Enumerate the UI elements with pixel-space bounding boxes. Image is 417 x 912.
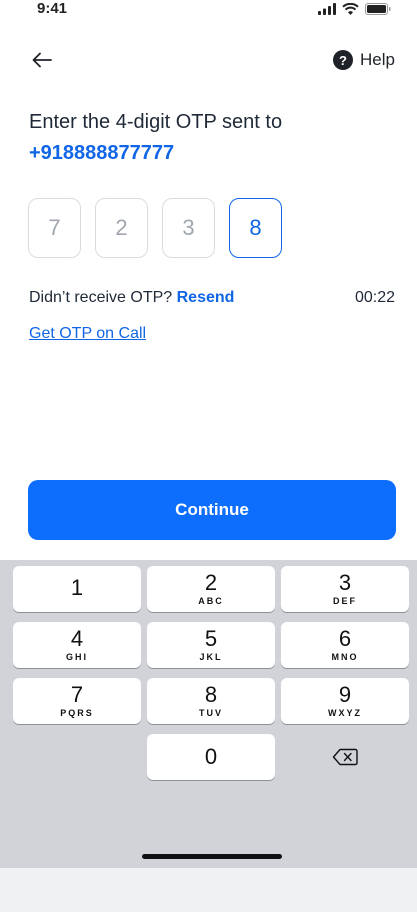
key-digit: 9 <box>338 682 352 707</box>
otp-heading: Enter the 4-digit OTP sent to <box>29 111 283 133</box>
continue-button[interactable]: Continue <box>28 480 396 540</box>
status-bar: 9:41 <box>0 0 417 22</box>
get-otp-on-call-link[interactable]: Get OTP on Call <box>29 325 146 343</box>
key-2[interactable]: 2 ABC <box>147 566 275 612</box>
key-5[interactable]: 5 JKL <box>147 622 275 668</box>
help-button[interactable]: ? Help <box>333 46 395 74</box>
status-time: 9:41 <box>37 0 68 17</box>
key-digit: 7 <box>70 682 84 707</box>
key-letters: GHI <box>65 652 88 662</box>
key-1[interactable]: 1 <box>13 566 141 612</box>
key-digit: 4 <box>70 626 84 651</box>
numeric-keypad: 1 2 ABC 3 DEF 4 GHI 5 JKL 6 MNO 7 PQRS 8 <box>0 560 417 868</box>
key-digit: 5 <box>204 626 218 651</box>
help-icon: ? <box>333 50 354 70</box>
key-digit: 6 <box>338 626 352 651</box>
otp-input-group: 7 2 3 8 <box>28 198 282 258</box>
key-letters: JKL <box>199 652 223 662</box>
key-7[interactable]: 7 PQRS <box>13 678 141 724</box>
signal-icon <box>318 3 336 15</box>
back-button[interactable] <box>28 46 56 74</box>
key-digit: 2 <box>204 570 218 595</box>
key-digit: 3 <box>338 570 352 595</box>
arrow-left-icon <box>32 52 52 68</box>
key-letters: DEF <box>333 596 357 606</box>
key-6[interactable]: 6 MNO <box>281 622 409 668</box>
key-letters: PQRS <box>60 708 94 718</box>
key-letters: ABC <box>198 596 224 606</box>
key-digit: 1 <box>70 575 84 600</box>
otp-digit-2[interactable]: 2 <box>95 198 148 258</box>
key-blank <box>13 734 141 780</box>
key-3[interactable]: 3 DEF <box>281 566 409 612</box>
wifi-icon <box>342 3 359 15</box>
resend-prefix: Didn’t receive OTP? <box>29 289 177 306</box>
key-0[interactable]: 0 <box>147 734 275 780</box>
otp-digit-3[interactable]: 3 <box>162 198 215 258</box>
key-letters: TUV <box>199 708 223 718</box>
resend-row: Didn’t receive OTP? Resend 00:22 <box>29 289 395 311</box>
home-indicator <box>142 854 282 859</box>
otp-digit-4[interactable]: 8 <box>229 198 282 258</box>
resend-text: Didn’t receive OTP? Resend <box>29 289 234 307</box>
phone-number: +918888877777 <box>29 142 175 164</box>
countdown-timer: 00:22 <box>354 289 395 306</box>
key-letters: MNO <box>331 652 359 662</box>
key-digit: 0 <box>204 744 218 769</box>
key-4[interactable]: 4 GHI <box>13 622 141 668</box>
resend-link[interactable]: Resend <box>177 289 235 306</box>
nav-bar: ? Help <box>0 42 417 78</box>
key-letters: WXYZ <box>328 708 362 718</box>
battery-icon <box>365 3 391 15</box>
status-icons <box>318 3 391 15</box>
backspace-icon <box>332 748 358 766</box>
help-label: Help <box>360 50 395 69</box>
otp-screen: 9:41 ? Help Enter the 4-digit OTP sent t… <box>0 0 417 868</box>
key-digit: 8 <box>204 682 218 707</box>
key-delete[interactable] <box>281 734 409 780</box>
key-9[interactable]: 9 WXYZ <box>281 678 409 724</box>
otp-digit-1[interactable]: 7 <box>28 198 81 258</box>
key-8[interactable]: 8 TUV <box>147 678 275 724</box>
